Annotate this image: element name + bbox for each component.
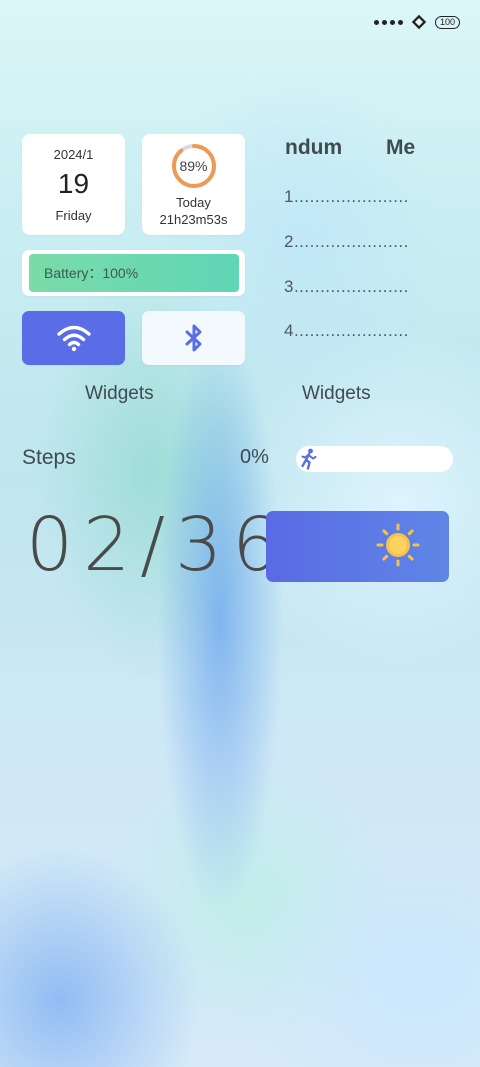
battery-fill-bar: Battery：100% — [29, 254, 239, 292]
wifi-icon — [56, 325, 91, 352]
date-widget[interactable]: 2024/1 19 Friday — [22, 134, 125, 235]
memo-heading-left: ndum — [285, 136, 343, 159]
bluetooth-icon — [185, 324, 201, 352]
ring-today-label: Today — [176, 195, 211, 210]
battery-widget[interactable]: Battery：100% — [22, 250, 245, 296]
ring-elapsed-time: 21h23m53s — [159, 212, 228, 227]
widgets-label-right[interactable]: Widgets — [302, 383, 371, 405]
date-year-month: 2024/1 — [53, 147, 94, 162]
memo-heading-right: Me — [386, 136, 416, 159]
network-diamond-icon — [411, 14, 427, 30]
runner-icon — [301, 448, 317, 470]
memo-line-2[interactable]: 2...................... — [284, 232, 409, 252]
date-weekday: Friday — [55, 208, 92, 223]
battery-label: Battery：100% — [44, 265, 139, 281]
wifi-toggle[interactable] — [22, 311, 125, 365]
steps-progress-bar[interactable] — [296, 446, 453, 472]
memo-line-3[interactable]: 3...................... — [284, 277, 409, 297]
widgets-label-left[interactable]: Widgets — [85, 383, 154, 405]
clock-display: 02/36 — [26, 502, 290, 588]
memo-line-4[interactable]: 4...................... — [284, 321, 409, 341]
date-day: 19 — [57, 168, 90, 199]
weather-widget[interactable] — [266, 511, 449, 582]
steps-percent: 0% — [240, 446, 269, 468]
bluetooth-toggle[interactable] — [142, 311, 245, 365]
sun-icon — [376, 523, 420, 567]
steps-label: Steps — [22, 446, 76, 469]
ring-percent: 89% — [179, 158, 208, 174]
battery-indicator: 100 — [434, 15, 460, 29]
battery-level-text: 100 — [439, 17, 455, 27]
signal-dots-icon — [373, 19, 403, 25]
progress-ring-widget[interactable]: 89% Today 21h23m53s — [142, 134, 245, 235]
status-bar: 100 — [373, 12, 460, 32]
memo-line-1[interactable]: 1...................... — [284, 187, 409, 207]
